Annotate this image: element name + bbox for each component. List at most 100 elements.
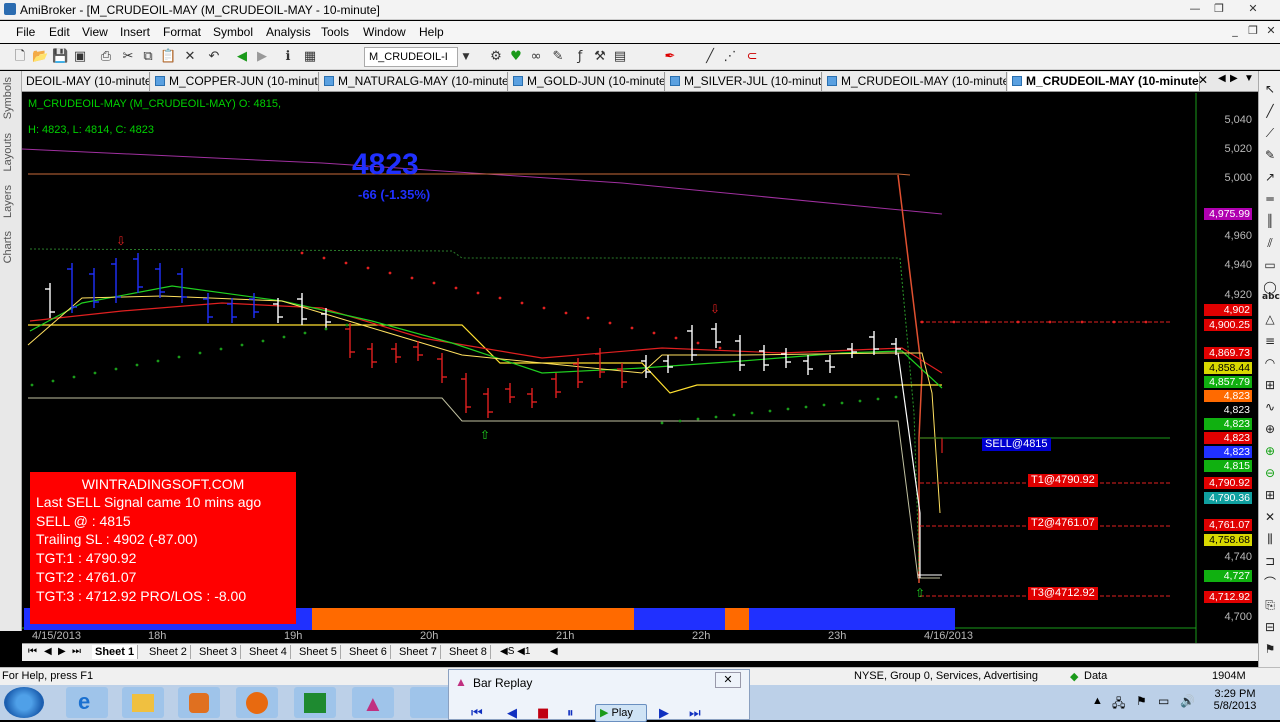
tab-scroll-right-icon[interactable]: ▶: [1230, 73, 1238, 84]
replay-first-icon[interactable]: ⏮: [471, 706, 483, 721]
replay-back-icon[interactable]: ◀: [507, 706, 517, 721]
tray-flag-icon[interactable]: ⚑: [1136, 694, 1147, 708]
chart-tab[interactable]: M_GOLD-JUN (10-minute): [509, 72, 665, 91]
wave-tool-icon[interactable]: ∿: [1262, 399, 1278, 415]
favorite-icon[interactable]: ♥: [508, 49, 524, 65]
magnet-icon[interactable]: ⊂: [744, 49, 760, 65]
ie-icon[interactable]: e: [66, 687, 108, 718]
cut-icon[interactable]: ✂: [120, 49, 136, 65]
replay-play-button[interactable]: ▶ Play: [595, 704, 647, 722]
vline-tool-icon[interactable]: ║: [1262, 213, 1278, 229]
hline-tool-icon[interactable]: ═: [1262, 191, 1278, 207]
replay-close-button[interactable]: ✕: [715, 672, 741, 688]
tray-volume-icon[interactable]: 🔊: [1180, 694, 1195, 708]
chart-tab-active[interactable]: M_CRUDEOIL-MAY (10-minute): [1008, 72, 1200, 91]
menu-insert[interactable]: Insert: [120, 25, 150, 39]
menu-help[interactable]: Help: [419, 25, 444, 39]
info-icon[interactable]: ℹ: [280, 49, 296, 65]
note-icon[interactable]: ⎘: [1262, 597, 1278, 613]
undo-icon[interactable]: ↶: [206, 49, 222, 65]
open-icon[interactable]: 📂: [32, 49, 48, 65]
tab-scroll-left-icon[interactable]: ◀: [1218, 73, 1226, 84]
text-tool-icon[interactable]: abc: [1262, 289, 1280, 305]
pattern-icon[interactable]: ⫼: [1262, 531, 1278, 547]
tray-up-icon[interactable]: ▲: [1092, 695, 1103, 707]
gann-tool-icon[interactable]: ⊞: [1262, 377, 1278, 393]
replay-pause-icon[interactable]: ⏸: [567, 706, 574, 721]
menu-analysis[interactable]: Analysis: [266, 25, 311, 39]
new-icon[interactable]: 🗋: [12, 49, 28, 65]
arc-tool-icon[interactable]: ◠: [1262, 355, 1278, 371]
copy-icon[interactable]: ⧉: [140, 49, 156, 65]
menu-edit[interactable]: Edit: [49, 25, 70, 39]
menu-format[interactable]: Format: [163, 25, 201, 39]
sheet-tab[interactable]: Sheet 3: [196, 645, 241, 659]
minimize-button[interactable]: —: [1182, 1, 1208, 17]
menu-file[interactable]: File: [16, 25, 35, 39]
flag-icon[interactable]: ⚑: [1262, 641, 1278, 657]
menu-view[interactable]: View: [82, 25, 108, 39]
fib-tool-icon[interactable]: ≡: [1262, 333, 1278, 349]
ray-tool-icon[interactable]: ⟋: [1262, 125, 1278, 141]
zoom-icon[interactable]: ⊕: [1262, 421, 1278, 437]
settings-icon[interactable]: ⚙: [488, 49, 504, 65]
media-player-icon[interactable]: [178, 687, 220, 718]
delete-icon[interactable]: ✕: [182, 49, 198, 65]
arrow-tool-icon[interactable]: ↗: [1262, 169, 1278, 185]
sheet-tab[interactable]: Sheet 2: [146, 645, 191, 659]
excel-icon[interactable]: [294, 687, 336, 718]
draw-line-icon[interactable]: ╱: [702, 49, 718, 65]
first-sheet-icon[interactable]: ⏮: [28, 646, 37, 657]
amibroker-icon[interactable]: ▲: [352, 687, 394, 718]
mdi-close-button[interactable]: ✕: [1258, 23, 1280, 39]
bar-replay-window[interactable]: ▲ Bar Replay ✕ ⏮ ◀ ■ ⏸ ▶ Play ▶ ⏭: [448, 669, 750, 722]
tray-monitor-icon[interactable]: ▭: [1158, 694, 1169, 708]
sheet-tab[interactable]: Sheet 8: [446, 645, 491, 659]
tab-layers[interactable]: Layers: [2, 185, 20, 218]
menu-symbol[interactable]: Symbol: [213, 25, 253, 39]
rectangle-tool-icon[interactable]: ▭: [1262, 257, 1278, 273]
cursor-icon[interactable]: ↖: [1262, 81, 1278, 97]
sell-arrow-icon[interactable]: ⊖: [1262, 465, 1278, 481]
explorer-icon[interactable]: [122, 687, 164, 718]
chart-tab[interactable]: M_COPPER-JUN (10-minute): [151, 72, 319, 91]
color-pen-icon[interactable]: ✒: [662, 49, 678, 65]
glasses-icon[interactable]: ∞: [528, 49, 544, 65]
sheet-tab[interactable]: Sheet 6: [346, 645, 391, 659]
cycle-tool-icon[interactable]: ⌒: [1262, 575, 1278, 591]
price-chart[interactable]: ⇩ ⇩ ⇧ ⇧ M_CRUDEOIL-MAY (M_CRUDEOIL-MAY) O: …: [22, 93, 1258, 643]
zoom-out-icon[interactable]: ⊟: [1262, 619, 1278, 635]
channel-tool-icon[interactable]: ⫽: [1262, 235, 1278, 251]
tools-icon[interactable]: ⚒: [592, 49, 608, 65]
layout-icon[interactable]: ▤: [612, 49, 628, 65]
start-button-icon[interactable]: [4, 687, 44, 718]
app-icon[interactable]: [410, 687, 452, 718]
tab-symbols[interactable]: Symbols: [2, 77, 20, 119]
print-icon[interactable]: ⎙: [98, 49, 114, 65]
tray-network-icon[interactable]: 🖧: [1112, 694, 1125, 715]
tab-layouts[interactable]: Layouts: [2, 133, 20, 172]
next-sheet-icon[interactable]: ▶: [58, 646, 66, 657]
chart-tab[interactable]: DEOIL-MAY (10-minute): [22, 72, 150, 91]
system-clock[interactable]: 3:29 PM 5/8/2013: [1206, 688, 1264, 712]
close-button[interactable]: ✕: [1240, 1, 1266, 17]
sheet-tab[interactable]: Sheet 5: [296, 645, 341, 659]
draw-dotted-icon[interactable]: ⋰: [722, 49, 738, 65]
chart-tab[interactable]: M_NATURALG-MAY (10-minute): [320, 72, 508, 91]
tab-charts[interactable]: Charts: [2, 231, 20, 263]
menu-tools[interactable]: Tools: [321, 25, 349, 39]
close-tab-icon[interactable]: ✕: [1198, 73, 1208, 87]
sheet-tab[interactable]: Sheet 4: [246, 645, 291, 659]
save-icon[interactable]: 💾: [52, 49, 68, 65]
symbol-combo[interactable]: M_CRUDEOIL-I: [364, 47, 458, 67]
back-icon[interactable]: ◀: [234, 49, 250, 65]
buy-arrow-icon[interactable]: ⊕: [1262, 443, 1278, 459]
save-all-icon[interactable]: ▣: [72, 49, 88, 65]
menu-window[interactable]: Window: [363, 25, 406, 39]
chevron-down-icon[interactable]: ▼: [458, 49, 474, 65]
sheet-scroll-icon[interactable]: ◀S ◀1: [500, 646, 530, 657]
tab-list-icon[interactable]: ▼: [1244, 73, 1254, 84]
last-sheet-icon[interactable]: ⏭: [72, 646, 81, 657]
hscroll-left-icon[interactable]: ◀: [550, 646, 558, 657]
replay-last-icon[interactable]: ⏭: [689, 706, 701, 721]
